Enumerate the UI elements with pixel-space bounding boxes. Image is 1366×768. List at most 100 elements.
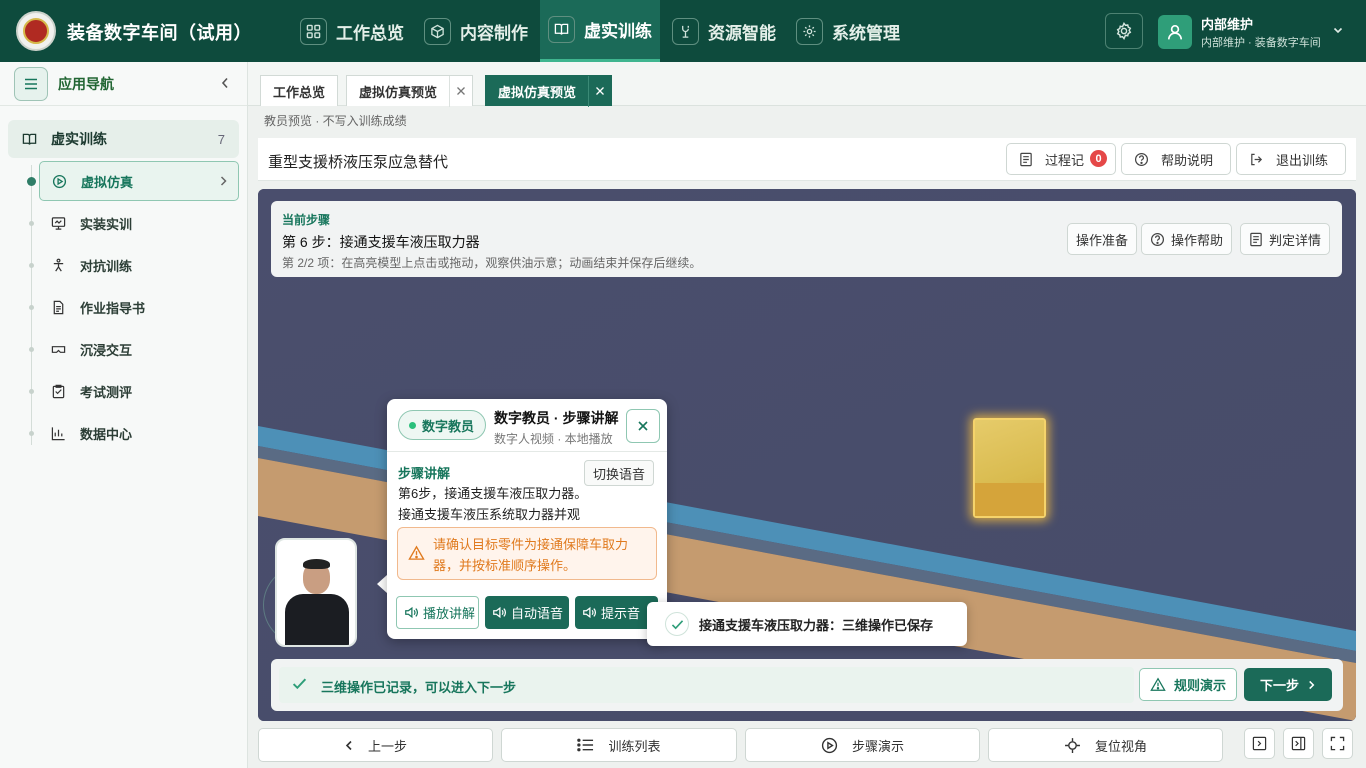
auto-voice-label: 自动语音 — [511, 606, 564, 621]
prev-step-button[interactable]: 上一步 — [258, 728, 493, 762]
status-text: 三维操作已记录，可以进入下一步 — [321, 680, 517, 695]
step-status-bar: 三维操作已记录，可以进入下一步 规则演示 下一步 — [271, 659, 1343, 711]
save-toast: 接通支援车液压取力器：三维操作已保存 — [647, 602, 967, 646]
process-record-label: 过程记 — [1045, 152, 1085, 168]
nav-item-training[interactable]: 虚实训练 — [540, 0, 660, 62]
tab-bar: 工作总览 虚拟仿真预览 虚拟仿真预览 — [248, 62, 1366, 107]
record-count-badge: 0 — [1090, 150, 1107, 167]
switch-voice-button[interactable]: 切换语音 — [584, 460, 655, 486]
sidebar-group-training[interactable]: 虚实训练 7 — [8, 120, 239, 158]
cube-icon — [424, 17, 451, 45]
fullscreen-button[interactable] — [1322, 728, 1353, 759]
sidebar-item-exam[interactable]: 考试测评 — [39, 371, 239, 411]
training-list-label: 训练列表 — [608, 738, 661, 754]
help-button[interactable]: 帮助说明 — [1121, 143, 1231, 175]
judge-details-button[interactable]: 判定详情 — [1240, 223, 1331, 255]
step-title: 第 6 步：接通支援车液压取力器 — [282, 234, 480, 250]
highlighted-part[interactable] — [973, 418, 1046, 518]
play-explanation-label: 播放讲解 — [423, 606, 476, 621]
divider — [387, 451, 667, 452]
sidebar-item-immersive[interactable]: 沉浸交互 — [39, 329, 239, 369]
app-title: 装备数字车间（试用） — [67, 23, 252, 43]
nav-item-resources[interactable]: 资源智能 — [664, 0, 784, 62]
sidebar: 应用导航 虚实训练 7 虚拟仿真 实装实训 对抗训练 作业指导书 沉浸交互 考试… — [0, 62, 248, 768]
play-circle-icon — [821, 737, 838, 754]
toggle-left-panel-button[interactable] — [1244, 728, 1275, 759]
settings-button[interactable] — [1105, 13, 1143, 49]
check-icon — [665, 612, 689, 636]
operation-prepare-button[interactable]: 操作准备 — [1067, 223, 1138, 255]
tab-label: 工作总览 — [273, 84, 326, 100]
sidebar-item-work-guide[interactable]: 作业指导书 — [39, 287, 239, 327]
figure-icon — [51, 258, 67, 273]
sidebar-item-label: 数据中心 — [80, 426, 133, 442]
menu-icon — [23, 77, 39, 91]
next-step-button[interactable]: 下一步 — [1244, 668, 1332, 701]
close-icon[interactable] — [588, 75, 611, 107]
play-explanation-button[interactable]: 播放讲解 — [396, 596, 479, 629]
top-bar: 装备数字车间（试用） 工作总览 内容制作 虚实训练 资源智能 系统管理 内部维护… — [0, 0, 1366, 62]
user-icon — [1166, 23, 1184, 41]
hint-sound-label: 提示音 — [601, 606, 641, 621]
close-icon[interactable] — [449, 75, 472, 107]
list-icon — [577, 738, 594, 752]
speaker-icon — [582, 606, 596, 619]
tab-label: 虚拟仿真预览 — [359, 84, 438, 100]
chevron-down-icon[interactable] — [1332, 24, 1344, 36]
sidebar-item-label: 虚拟仿真 — [81, 174, 134, 190]
tree-node — [29, 431, 34, 436]
teacher-warning-text: 请确认目标零件为接通保障车取力器，并按标准顺序操作。 — [433, 537, 629, 573]
tab-sim-preview-1[interactable]: 虚拟仿真预览 — [346, 75, 474, 107]
sidebar-item-label: 对抗训练 — [80, 258, 133, 274]
operation-help-label: 操作帮助 — [1171, 232, 1224, 248]
tree-node — [29, 263, 34, 268]
chevron-left-icon[interactable] — [219, 76, 231, 90]
reset-view-button[interactable]: 复位视角 — [988, 728, 1223, 762]
vr-glasses-icon — [51, 342, 67, 357]
chevron-right-icon — [1307, 679, 1316, 691]
exit-training-button[interactable]: 退出训练 — [1236, 143, 1346, 175]
clipboard-icon — [51, 384, 67, 399]
nav-item-overview[interactable]: 工作总览 — [292, 0, 412, 62]
warning-icon — [1150, 677, 1166, 692]
sidebar-group-count: 7 — [217, 131, 225, 147]
nav-label: 系统管理 — [832, 23, 900, 43]
online-dot-icon — [409, 421, 416, 429]
nav-item-content[interactable]: 内容制作 — [416, 0, 536, 62]
nav-item-system[interactable]: 系统管理 — [788, 0, 908, 62]
user-menu[interactable]: 内部维护 内部维护 · 装备数字车间 — [1158, 14, 1321, 50]
training-list-button[interactable]: 训练列表 — [501, 728, 737, 762]
step-subtitle: 第 2/2 项：在高亮模型上点击或拖动，观察供油示意；动画结束并保存后继续。 — [282, 256, 702, 270]
process-record-button[interactable]: 过程记 0 — [1006, 143, 1116, 175]
toggle-right-panel-button[interactable] — [1283, 728, 1314, 759]
auto-voice-button[interactable]: 自动语音 — [485, 596, 569, 629]
nav-label: 内容制作 — [460, 23, 528, 43]
sidebar-item-virtual-sim[interactable]: 虚拟仿真 — [39, 161, 239, 201]
chevron-left-icon — [344, 739, 354, 752]
chevron-right-icon — [218, 175, 228, 187]
sidebar-item-real-training[interactable]: 实装实训 — [39, 203, 239, 243]
digital-teacher-avatar[interactable] — [275, 538, 357, 647]
tab-overview[interactable]: 工作总览 — [260, 75, 339, 106]
menu-toggle-button[interactable] — [14, 66, 48, 101]
prev-step-label: 上一步 — [367, 738, 407, 754]
sidebar-header: 应用导航 — [0, 62, 247, 106]
sidebar-title: 应用导航 — [58, 75, 114, 92]
reset-view-label: 复位视角 — [1094, 738, 1147, 754]
hint-sound-button[interactable]: 提示音 — [575, 596, 658, 629]
teacher-close-button[interactable] — [626, 409, 660, 443]
monitor-icon — [51, 216, 67, 231]
sidebar-item-versus[interactable]: 对抗训练 — [39, 245, 239, 285]
rule-demo-label: 规则演示 — [1173, 678, 1226, 693]
grid-icon — [300, 17, 327, 45]
help-label: 帮助说明 — [1161, 152, 1214, 168]
tree-node — [29, 389, 34, 394]
current-step-card: 当前步骤 第 6 步：接通支援车液压取力器 第 2/2 项：在高亮模型上点击或拖… — [271, 201, 1342, 277]
step-demo-button[interactable]: 步骤演示 — [745, 728, 980, 762]
play-circle-icon — [52, 174, 68, 189]
tab-sim-preview-2[interactable]: 虚拟仿真预览 — [485, 75, 613, 107]
settings-icon — [1115, 22, 1133, 40]
rule-demo-button[interactable]: 规则演示 — [1139, 668, 1237, 701]
sidebar-item-data-center[interactable]: 数据中心 — [39, 413, 239, 453]
operation-help-button[interactable]: 操作帮助 — [1141, 223, 1233, 255]
